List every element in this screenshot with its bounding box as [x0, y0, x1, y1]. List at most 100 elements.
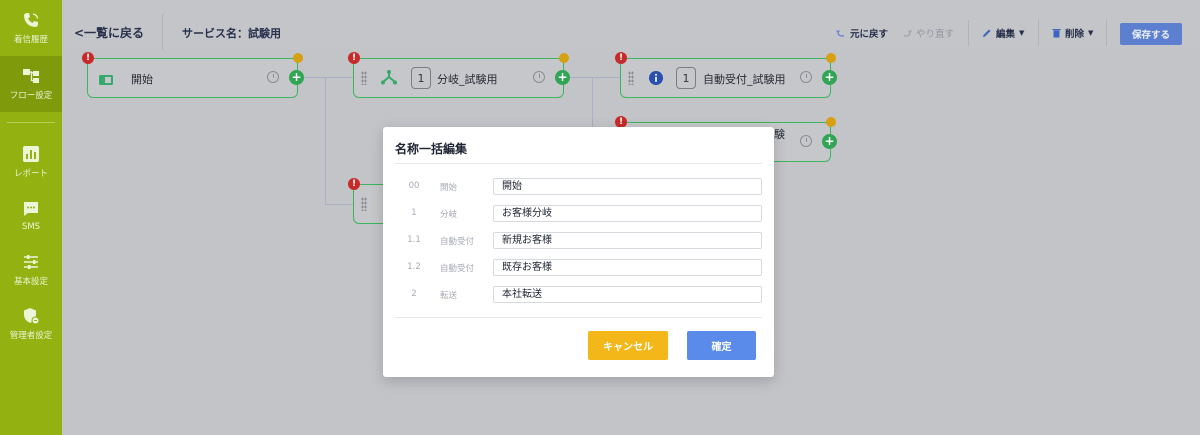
delete-menu-button[interactable]: 削除 ▼: [1052, 26, 1093, 40]
undo-button[interactable]: 元に戻す: [836, 26, 888, 40]
sidebar-divider: [7, 122, 55, 123]
connector-line: [325, 77, 326, 204]
node-label: 験: [774, 128, 785, 141]
sidebar-item-admin-settings[interactable]: 管理者設定: [0, 296, 62, 352]
chevron-down-icon: ▼: [1088, 29, 1094, 37]
sidebar-item-flow-settings[interactable]: フロー設定: [0, 56, 62, 112]
toolbar-divider: [968, 20, 969, 46]
branch-icon: [381, 70, 397, 89]
info-icon: [649, 70, 663, 89]
drag-handle-icon[interactable]: [628, 71, 634, 85]
name-input[interactable]: 新規お客様: [493, 232, 762, 249]
status-dot: [826, 117, 836, 127]
sidebar-item-label: 着信履歴: [13, 35, 48, 45]
connector-line: [325, 204, 353, 205]
sidebar: 着信履歴 フロー設定 レポート SMS 基本設定 管理者設定: [0, 0, 62, 435]
row-index: 1: [411, 208, 417, 218]
drag-handle-icon[interactable]: [361, 197, 367, 211]
flow-node-branch[interactable]: ! 1 分岐_試験用 +: [348, 52, 570, 98]
error-badge-icon: !: [82, 52, 94, 64]
row-index: 2: [411, 289, 417, 299]
row-type: 自動受付: [440, 264, 475, 274]
rename-row: 2 転送 本社転送: [383, 286, 774, 304]
sidebar-item-call-history[interactable]: 着信履歴: [0, 0, 62, 56]
edit-menu-button[interactable]: 編集 ▼: [982, 26, 1024, 40]
sidebar-item-report[interactable]: レポート: [0, 134, 62, 190]
status-dot: [293, 53, 303, 63]
row-type: 開始: [440, 183, 458, 193]
status-dot: [826, 53, 836, 63]
error-badge-icon: !: [348, 178, 360, 190]
sidebar-item-label: レポート: [13, 169, 48, 179]
name-input[interactable]: 開始: [493, 178, 762, 195]
delete-label: 削除: [1065, 29, 1085, 40]
top-bar: <一覧に戻る サービス名：試験用 元に戻す やり直す 編集 ▼ 削除 ▼ 保存す…: [62, 0, 1200, 50]
name-input[interactable]: 本社転送: [493, 286, 762, 303]
header-divider: [162, 14, 163, 50]
sms-icon: [24, 202, 38, 216]
add-node-button[interactable]: +: [555, 70, 570, 85]
sidebar-item-basic-settings[interactable]: 基本設定: [0, 242, 62, 298]
name-input[interactable]: お客様分岐: [493, 205, 762, 222]
sidebar-item-label: 基本設定: [13, 277, 48, 287]
back-to-list-link[interactable]: <一覧に戻る: [74, 24, 144, 41]
chevron-down-icon: ▼: [1019, 29, 1025, 37]
clock-icon: [533, 71, 545, 83]
error-badge-icon: !: [348, 52, 360, 64]
row-type: 転送: [440, 291, 458, 301]
connector-line: [298, 77, 354, 78]
add-node-button[interactable]: +: [289, 70, 304, 85]
flow-node-auto-reception[interactable]: ! 1 自動受付_試験用 +: [615, 52, 837, 98]
drag-handle-icon[interactable]: [361, 71, 367, 85]
sidebar-item-label: SMS: [21, 222, 41, 232]
row-index: 1.1: [407, 235, 421, 245]
rename-row: 1.2 自動受付 既存お客様: [383, 259, 774, 277]
error-badge-icon: !: [615, 52, 627, 64]
row-type: 分岐: [440, 210, 458, 220]
clock-icon: [267, 71, 279, 83]
node-label: 自動受付_試験用: [703, 73, 786, 86]
save-button[interactable]: 保存する: [1120, 23, 1182, 45]
row-index: 1.2: [407, 262, 421, 272]
add-node-button[interactable]: +: [822, 134, 837, 149]
rename-row: 1.1 自動受付 新規お客様: [383, 232, 774, 250]
redo-button[interactable]: やり直す: [902, 26, 954, 40]
flow-icon: [23, 69, 39, 83]
undo-label: 元に戻す: [850, 29, 889, 40]
trash-icon: [1052, 29, 1061, 38]
node-number: 1: [411, 67, 431, 89]
clock-icon: [800, 71, 812, 83]
add-node-button[interactable]: +: [822, 70, 837, 85]
rename-row: 00 開始 開始: [383, 178, 774, 196]
cancel-button[interactable]: キャンセル: [588, 331, 668, 360]
confirm-button[interactable]: 確定: [687, 331, 756, 360]
bulk-rename-dialog: 名称一括編集 00 開始 開始 1 分岐 お客様分岐 1.1 自動受付 新規お客…: [383, 127, 774, 377]
name-input[interactable]: 既存お客様: [493, 259, 762, 276]
redo-icon: [904, 30, 912, 37]
node-number: 1: [676, 67, 696, 89]
sidebar-item-label: 管理者設定: [9, 331, 53, 341]
status-dot: [559, 53, 569, 63]
redo-label: やり直す: [916, 29, 955, 40]
clock-icon: [800, 135, 812, 147]
node-label: 分岐_試験用: [437, 73, 498, 86]
dialog-divider: [395, 317, 762, 318]
dialog-divider: [395, 163, 762, 164]
report-icon: [23, 146, 39, 162]
pencil-icon: [983, 29, 991, 37]
phone-icon: [24, 13, 39, 27]
undo-icon: [836, 30, 844, 37]
node-label: 開始: [131, 73, 153, 86]
row-type: 自動受付: [440, 237, 475, 247]
start-icon: [99, 71, 113, 90]
toolbar-divider: [1106, 20, 1107, 46]
dialog-title: 名称一括編集: [395, 142, 468, 156]
settings-sliders-icon: [24, 255, 38, 269]
row-index: 00: [408, 181, 420, 191]
admin-shield-icon: [24, 308, 40, 325]
flow-node-start[interactable]: ! 開始 +: [82, 52, 304, 98]
sidebar-item-sms[interactable]: SMS: [0, 188, 62, 244]
page-title: サービス名：試験用: [182, 27, 281, 40]
sidebar-item-label: フロー設定: [9, 91, 53, 101]
rename-row: 1 分岐 お客様分岐: [383, 205, 774, 223]
